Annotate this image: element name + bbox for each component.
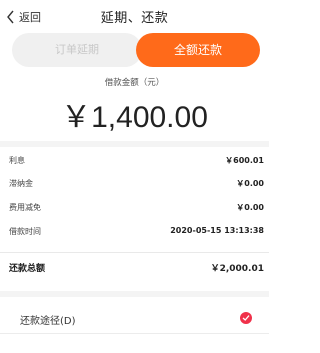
detail-value: ￥600.01 xyxy=(225,156,264,165)
payment-method-label: 还款途径(D) xyxy=(20,316,76,327)
header-bar: 返回 延期、还款 xyxy=(0,0,269,34)
action-segment: 订单延期 全额还款 xyxy=(12,33,260,67)
detail-row-loan-time: 借款时间 2020-05-15 13:13:38 xyxy=(9,226,264,240)
detail-label: 借款时间 xyxy=(9,227,41,236)
total-label: 还款总额 xyxy=(9,264,46,274)
divider-line xyxy=(0,333,269,334)
full-repayment-button[interactable]: 全额还款 xyxy=(136,33,260,67)
detail-label: 费用减免 xyxy=(9,203,41,212)
detail-row-fee-waiver: 费用减免 ￥0.00 xyxy=(9,202,264,216)
section-divider xyxy=(0,291,269,297)
extend-order-button[interactable]: 订单延期 xyxy=(12,33,142,67)
detail-label: 滞纳金 xyxy=(9,179,33,188)
total-repayment-row: 还款总额 ￥2,000.01 xyxy=(9,261,264,277)
repayment-screen: 返回 延期、还款 订单延期 全额还款 借款金额（元） ￥1,400.00 利息 … xyxy=(0,0,269,353)
payment-method-option[interactable]: 还款途径(D) xyxy=(0,303,269,333)
page-title: 延期、还款 xyxy=(100,11,169,26)
section-divider xyxy=(0,141,269,147)
loan-amount-value: ￥1,400.00 xyxy=(61,101,208,134)
total-value: ￥2,000.01 xyxy=(210,264,264,274)
check-circle-icon xyxy=(240,312,252,324)
detail-label: 利息 xyxy=(9,156,25,165)
loan-amount-caption: 借款金额（元） xyxy=(104,78,165,88)
detail-value: ￥0.00 xyxy=(236,179,264,188)
detail-row-late-fee: 滞纳金 ￥0.00 xyxy=(9,178,264,192)
detail-value: ￥0.00 xyxy=(236,203,264,212)
detail-value: 2020-05-15 13:13:38 xyxy=(170,226,264,235)
detail-row-interest: 利息 ￥600.01 xyxy=(9,155,264,169)
divider-line xyxy=(0,252,269,253)
